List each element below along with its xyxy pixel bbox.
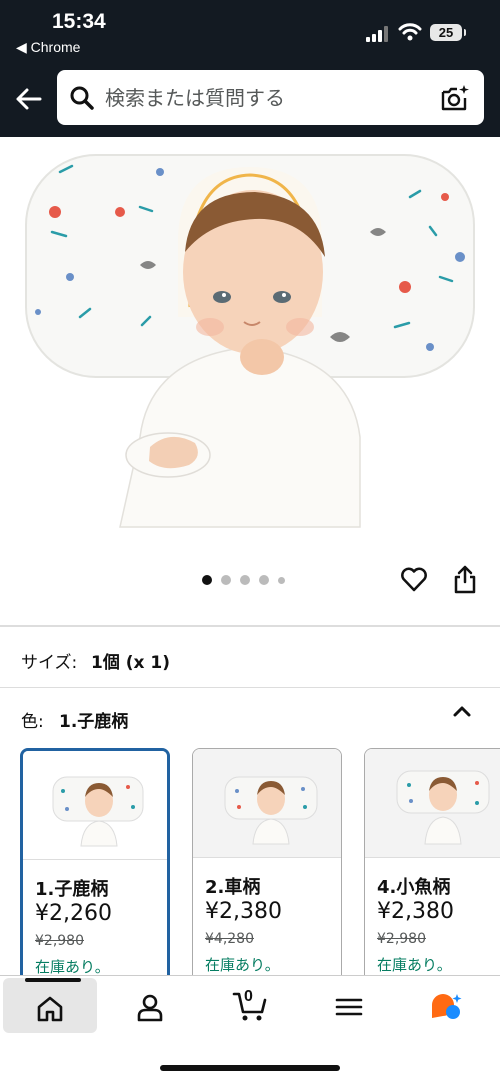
variant-stock-status: 在庫あり。 [205, 956, 280, 974]
chevron-up-icon[interactable] [452, 704, 472, 718]
carousel-dot[interactable] [221, 575, 231, 585]
heart-icon[interactable] [400, 566, 428, 592]
carousel-dot[interactable] [259, 575, 269, 585]
variant-thumbnail [365, 749, 500, 858]
color-selector-header[interactable]: 色: 1.子鹿柄 [0, 688, 500, 744]
carousel-dot[interactable] [240, 575, 250, 585]
home-icon [37, 996, 63, 1022]
variant-price: ¥2,380 [377, 899, 454, 924]
variant-thumbnail [193, 749, 341, 858]
color-variant-list: 1.子鹿柄 ¥2,260 ¥2,980 在庫あり。 2.車柄 ¥2,380 ¥4… [0, 748, 500, 976]
search-icon [70, 86, 94, 110]
variant-stock-status: 在庫あり。 [377, 956, 452, 974]
variant-card[interactable]: 2.車柄 ¥2,380 ¥4,280 在庫あり。 [192, 748, 342, 976]
camera-search-icon[interactable] [440, 84, 470, 112]
cart-count: 0 [244, 988, 253, 1005]
variant-card[interactable]: 4.小魚柄 ¥2,380 ¥2,980 在庫あり。 [364, 748, 500, 976]
tab-active-indicator [25, 978, 81, 982]
app-header: 15:34 ◀ Chrome 25 [0, 0, 500, 137]
color-label: 色: [21, 712, 44, 732]
carousel-dot[interactable] [278, 576, 285, 584]
variant-card-selected[interactable]: 1.子鹿柄 ¥2,260 ¥2,980 在庫あり。 [20, 748, 170, 976]
size-label: サイズ: [21, 653, 78, 673]
color-value: 1.子鹿柄 [59, 712, 129, 732]
variant-thumbnail [23, 751, 167, 860]
size-value: 1個 (x 1) [91, 653, 170, 673]
menu-icon[interactable] [333, 992, 365, 1022]
share-icon[interactable] [452, 564, 478, 594]
status-bar: 15:34 ◀ Chrome 25 [0, 0, 500, 60]
product-image[interactable] [0, 137, 500, 537]
variant-name: 2.車柄 [205, 877, 261, 898]
bottom-tab-bar: 0 [0, 975, 500, 1081]
image-carousel-dots[interactable] [202, 574, 285, 586]
assistant-icon[interactable] [430, 992, 462, 1022]
variant-name: 1.子鹿柄 [35, 879, 109, 900]
variant-old-price: ¥4,280 [205, 931, 254, 947]
variant-price: ¥2,380 [205, 899, 282, 924]
tab-home[interactable] [3, 978, 97, 1033]
carousel-dot-active[interactable] [202, 575, 212, 585]
battery-icon: 25 [430, 24, 466, 41]
tab-cart[interactable]: 0 [230, 986, 270, 1026]
variant-price: ¥2,260 [35, 901, 112, 926]
cellular-signal-icon [366, 26, 390, 42]
status-time: 15:34 [52, 10, 106, 33]
variant-old-price: ¥2,980 [35, 933, 84, 949]
home-indicator [160, 1065, 340, 1071]
size-selector[interactable]: サイズ: 1個 (x 1) [0, 627, 500, 687]
variant-stock-status: 在庫あり。 [35, 958, 110, 976]
search-input[interactable] [105, 84, 425, 112]
variant-old-price: ¥2,980 [377, 931, 426, 947]
account-icon[interactable] [134, 992, 166, 1022]
variant-name: 4.小魚柄 [377, 877, 451, 898]
wifi-icon [398, 23, 422, 41]
back-to-app-link[interactable]: ◀ Chrome [16, 39, 80, 56]
back-arrow-icon[interactable] [14, 84, 44, 114]
search-bar[interactable] [57, 70, 484, 125]
